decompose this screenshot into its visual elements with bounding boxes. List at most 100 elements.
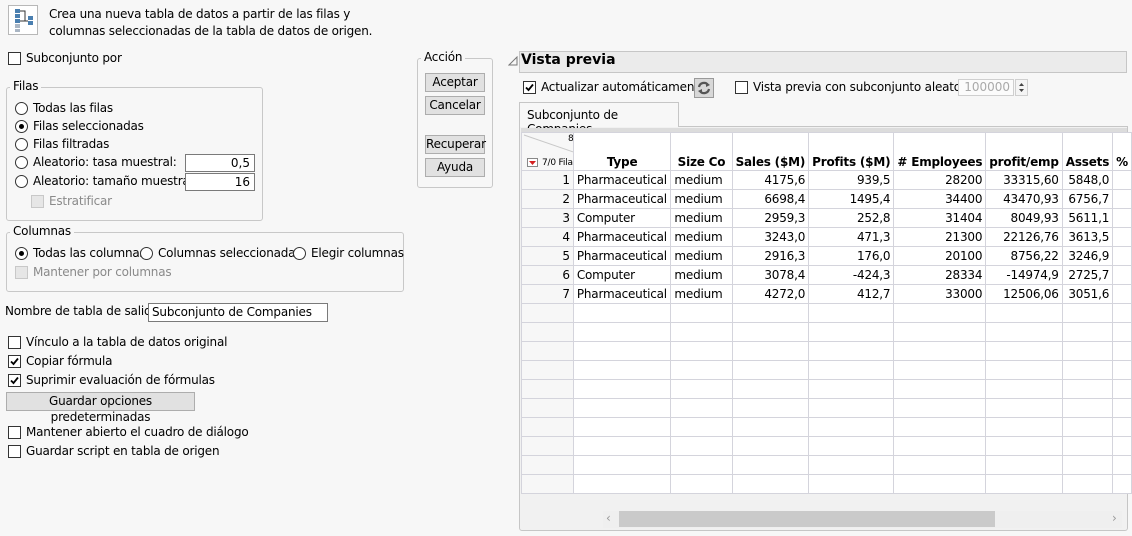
row-number[interactable]: 6 (521, 265, 574, 285)
radio-all-rows[interactable] (15, 102, 28, 115)
refresh-button[interactable] (694, 78, 714, 98)
table-row[interactable]: 3 Computer medium 2959,3 252,8 31404 8049,93 56… (521, 208, 1132, 228)
empty-cell (893, 474, 987, 494)
empty-cell (1061, 474, 1114, 494)
rows-menu-button[interactable] (527, 158, 538, 167)
radio-all-columns[interactable] (15, 247, 28, 260)
scrollbar-thumb[interactable] (619, 511, 995, 527)
table-cell: 4175,6 (731, 170, 810, 190)
empty-cell (893, 303, 987, 323)
empty-cell (808, 379, 895, 399)
empty-cell (985, 436, 1063, 456)
row-number[interactable]: 2 (521, 189, 574, 209)
dialog-description: Crea una nueva tabla de datos a partir d… (49, 6, 372, 40)
table-cell: Pharmaceutical (572, 170, 672, 190)
table-cell (1112, 170, 1132, 190)
table-cell: 33315,60 (985, 170, 1063, 190)
subset-by-checkbox[interactable] (8, 52, 21, 65)
empty-cell (521, 455, 574, 475)
red-triangle-icon (529, 161, 536, 165)
keep-by-columns-checkbox[interactable] (15, 266, 28, 279)
stratify-checkbox[interactable] (31, 195, 44, 208)
link-original-checkbox[interactable] (8, 336, 21, 349)
column-header[interactable]: # Employees (893, 132, 987, 171)
table-cell: 939,5 (808, 170, 895, 190)
radio-choose-columns[interactable] (293, 247, 306, 260)
column-header[interactable]: Sales ($M) (731, 132, 810, 171)
cancel-button[interactable]: Cancelar (425, 96, 485, 115)
column-header[interactable]: % (1112, 132, 1132, 171)
radio-random-size[interactable] (15, 175, 28, 188)
empty-cell (731, 341, 810, 361)
column-header[interactable]: Profits ($M) (808, 132, 895, 171)
table-row[interactable]: 2 Pharmaceutical medium 6698,4 1495,4 34400 43… (521, 189, 1132, 209)
column-header[interactable]: Size Co (670, 132, 733, 171)
table-row[interactable]: 5 Pharmaceutical medium 2916,3 176,0 20100 875… (521, 246, 1132, 266)
random-size-input[interactable]: 16 (185, 173, 255, 191)
all-rows-label: Todas las filas (33, 101, 113, 115)
radio-selected-rows[interactable] (15, 120, 28, 133)
row-number[interactable]: 4 (521, 227, 574, 247)
table-cell: 20100 (893, 246, 987, 266)
copy-formula-label: Copiar fórmula (26, 354, 113, 368)
scroll-right-icon[interactable]: › (1112, 511, 1117, 525)
empty-cell (731, 398, 810, 418)
suppress-eval-label: Suprimir evaluación de fórmulas (26, 373, 215, 387)
tab-preview-table[interactable]: Subconjunto de Companies (519, 102, 679, 136)
radio-selected-columns[interactable] (140, 247, 153, 260)
table-row[interactable]: 7 Pharmaceutical medium 4272,0 412,7 33000 125… (521, 284, 1132, 304)
auto-update-checkbox[interactable] (523, 81, 536, 94)
empty-cell (670, 379, 733, 399)
column-count: 8/0 (568, 134, 574, 144)
empty-cell (572, 474, 672, 494)
empty-cell (1112, 417, 1132, 437)
empty-cell (893, 455, 987, 475)
spin-up-icon (1019, 83, 1024, 86)
row-number[interactable]: 7 (521, 284, 574, 304)
table-cell: medium (670, 246, 733, 266)
table-cell: 3246,9 (1061, 246, 1114, 266)
random-rate-input[interactable]: 0,5 (185, 154, 255, 172)
empty-cell (1061, 379, 1114, 399)
disclosure-triangle-icon[interactable] (508, 56, 518, 66)
radio-filtered-rows[interactable] (15, 138, 28, 151)
table-cell: 3613,5 (1061, 227, 1114, 247)
empty-cell (985, 303, 1063, 323)
radio-random-rate[interactable] (15, 156, 28, 169)
empty-cell (808, 322, 895, 342)
empty-cell (1112, 379, 1132, 399)
save-script-checkbox[interactable] (8, 445, 21, 458)
random-size-label: Aleatorio: tamaño muestral: (33, 174, 197, 188)
ok-button[interactable]: Aceptar (425, 73, 485, 92)
output-name-input[interactable]: Subconjunto de Companies (148, 303, 328, 322)
random-subset-checkbox[interactable] (735, 81, 748, 94)
suppress-eval-checkbox[interactable] (8, 374, 21, 387)
help-button[interactable]: Ayuda (425, 158, 485, 177)
scroll-left-icon[interactable]: ‹ (606, 511, 611, 525)
table-cell: 412,7 (808, 284, 895, 304)
row-number[interactable]: 1 (521, 170, 574, 190)
action-group-title: Acción (421, 50, 466, 64)
column-header[interactable]: Assets (1061, 132, 1114, 171)
empty-row (521, 398, 1132, 418)
random-subset-spinner[interactable] (1015, 79, 1028, 96)
table-row[interactable]: 4 Pharmaceutical medium 3243,0 471,3 21300 221… (521, 227, 1132, 247)
empty-cell (670, 398, 733, 418)
copy-formula-checkbox[interactable] (8, 355, 21, 368)
empty-cell (1112, 398, 1132, 418)
random-subset-input[interactable]: 100000 (958, 79, 1014, 96)
keep-by-columns-label: Mantener por columnas (33, 265, 172, 279)
column-header[interactable]: Type (572, 132, 672, 171)
keep-dialog-open-checkbox[interactable] (8, 426, 21, 439)
table-cell (1112, 265, 1132, 285)
refresh-icon (697, 81, 711, 95)
column-header[interactable]: profit/emp (985, 132, 1063, 171)
recall-button[interactable]: Recuperar (425, 135, 486, 154)
empty-cell (985, 360, 1063, 380)
empty-row (521, 417, 1132, 437)
table-row[interactable]: 6 Computer medium 3078,4 -424,3 28334 -14974,9… (521, 265, 1132, 285)
row-number[interactable]: 3 (521, 208, 574, 228)
table-row[interactable]: 1 Pharmaceutical medium 4175,6 939,5 28200 333… (521, 170, 1132, 190)
row-number[interactable]: 5 (521, 246, 574, 266)
save-defaults-button[interactable]: Guardar opciones predeterminadas (6, 392, 195, 424)
